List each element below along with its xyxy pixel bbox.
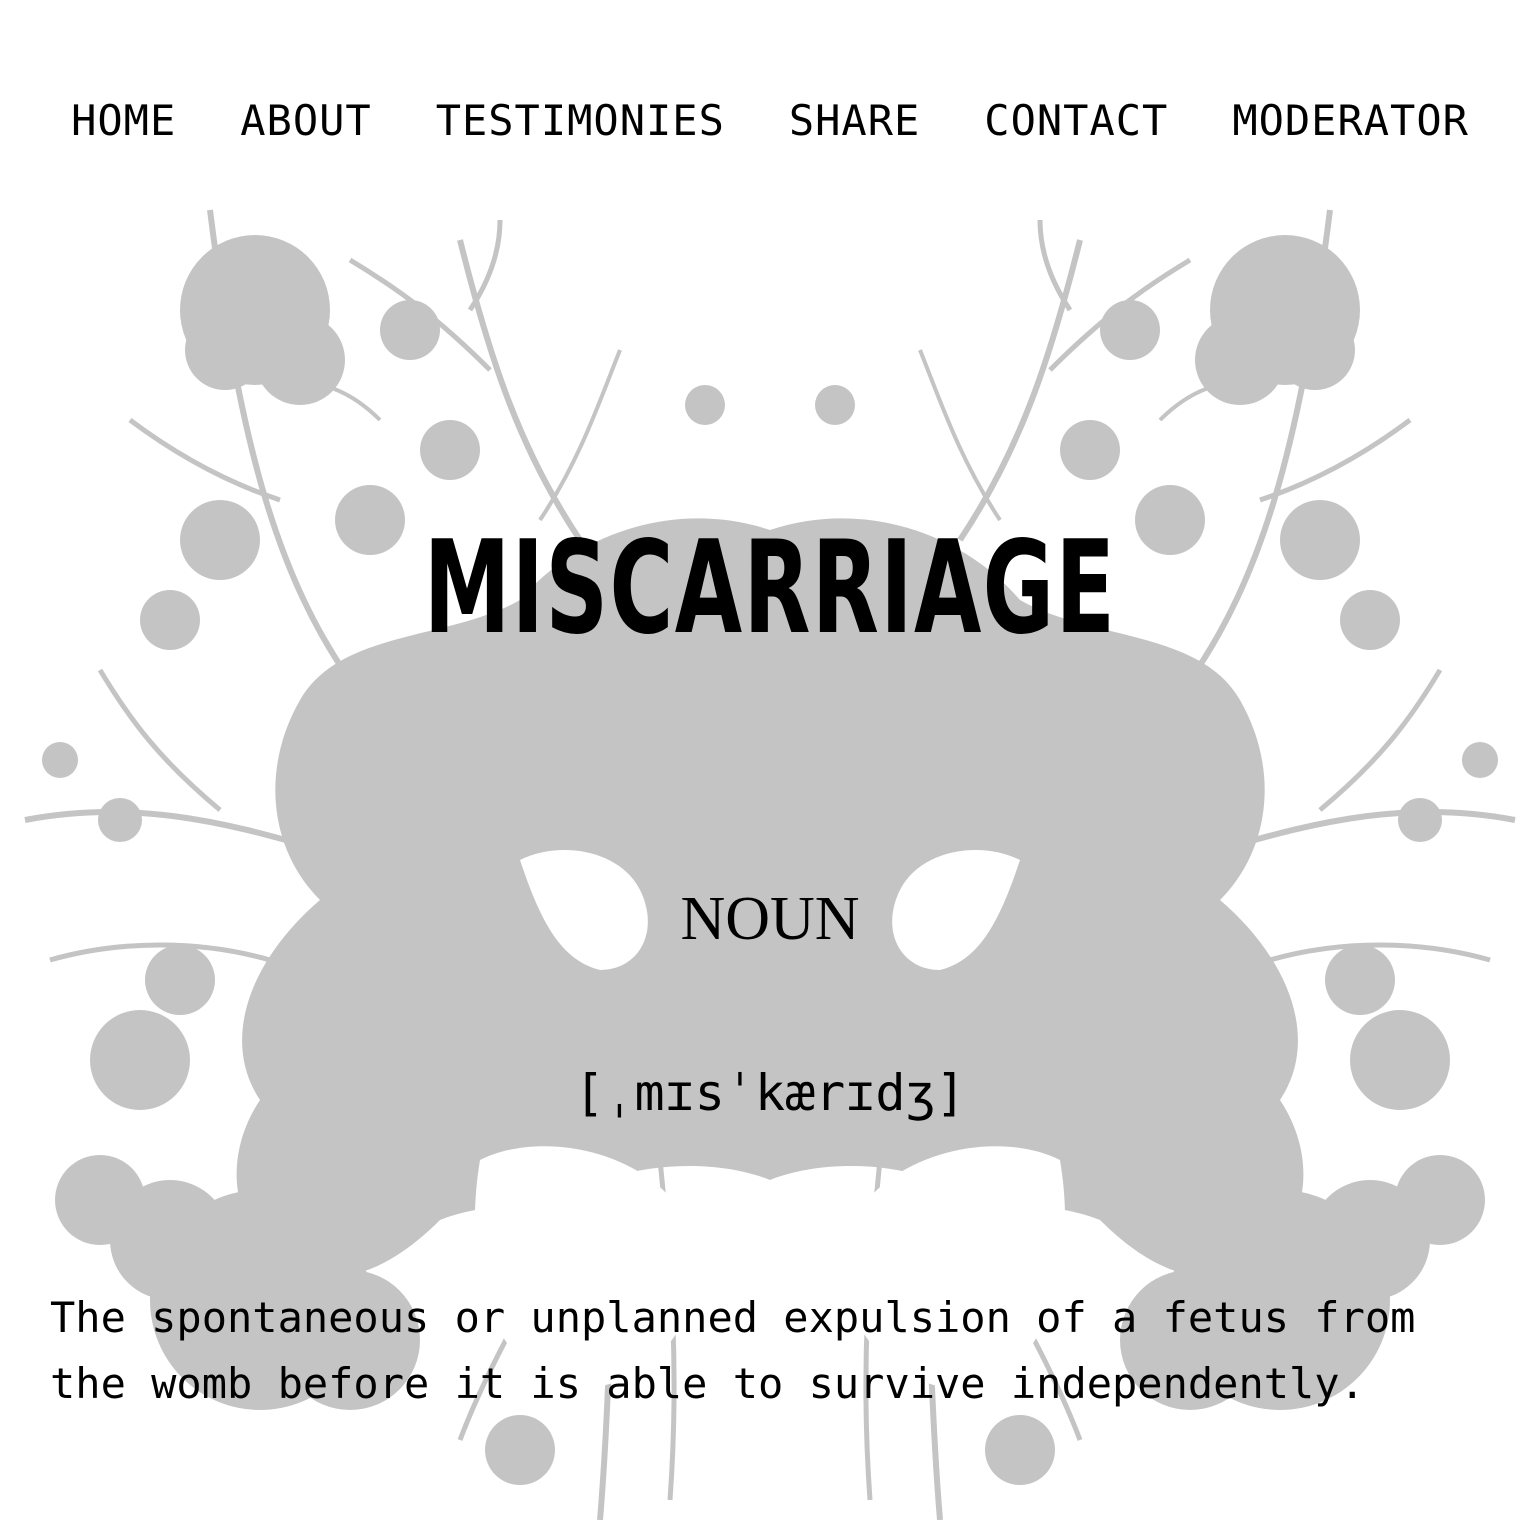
nav-about-link[interactable]: ABOUT (240, 96, 371, 145)
page-title: MISCARRIAGE (423, 514, 1117, 663)
nav-moderator-link[interactable]: MODERATOR (1232, 96, 1469, 145)
nav-contact-link[interactable]: CONTACT (984, 96, 1168, 145)
nav-testimonies-link[interactable]: TESTIMONIES (436, 96, 725, 145)
main-navigation: HOME ABOUT TESTIMONIES SHARE CONTACT MOD… (0, 96, 1540, 145)
pronunciation: [ˌmɪsˈkærɪdʒ] (574, 1064, 966, 1122)
definition-text: The spontaneous or unplanned expulsion o… (50, 1293, 1416, 1408)
nav-home-link[interactable]: HOME (71, 96, 176, 145)
part-of-speech: NOUN (680, 885, 860, 953)
nav-share-link[interactable]: SHARE (789, 96, 920, 145)
